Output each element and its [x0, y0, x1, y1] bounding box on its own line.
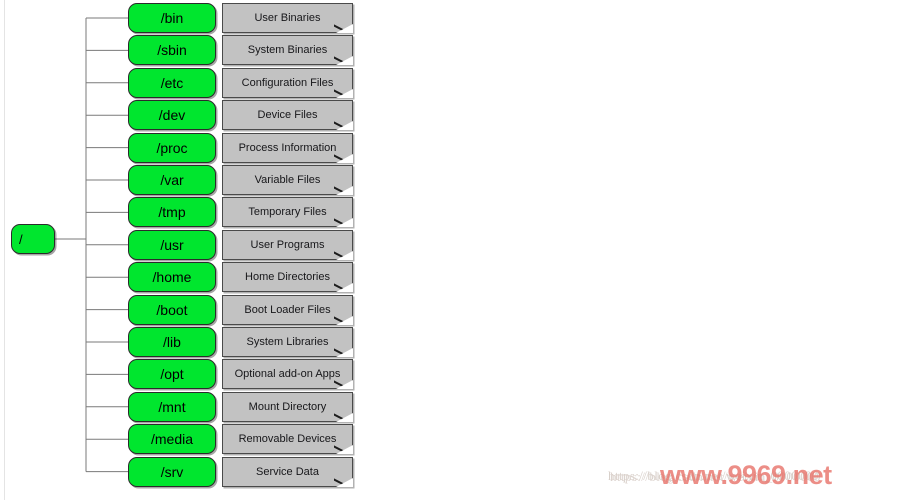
- note-description-label: Mount Directory: [248, 400, 327, 413]
- note-description-label: Variable Files: [254, 174, 321, 186]
- note-description-label: Removable Devices: [238, 433, 337, 446]
- note-fold-corner-icon: [334, 184, 353, 195]
- note-description-label: Configuration Files: [241, 76, 334, 89]
- node-root-label: /: [19, 231, 23, 247]
- node-directory[interactable]: /lib: [128, 327, 216, 357]
- node-directory[interactable]: /proc: [128, 132, 216, 163]
- diagram-canvas: / /bin User Binaries/sbin System Binaries /…: [0, 0, 906, 500]
- node-directory-label: /bin: [160, 10, 184, 26]
- note-description: Optional add-on Apps: [222, 359, 353, 390]
- node-directory[interactable]: /srv: [128, 456, 216, 487]
- note-description-label: User Binaries: [254, 12, 321, 24]
- note-description: User Programs: [222, 229, 353, 260]
- note-fold-corner-icon: [334, 249, 353, 260]
- node-directory[interactable]: /bin: [128, 3, 216, 33]
- note-fold-corner-icon: [334, 87, 353, 98]
- node-directory[interactable]: /tmp: [128, 197, 216, 228]
- node-directory-label: /home: [152, 269, 192, 286]
- node-directory-label: /srv: [160, 463, 184, 480]
- node-directory-label: /tmp: [158, 204, 186, 221]
- node-directory-label: /sbin: [157, 42, 187, 59]
- note-description: Variable Files: [222, 165, 353, 195]
- node-directory[interactable]: /media: [128, 424, 216, 455]
- note-description: Temporary Files: [222, 197, 353, 228]
- node-directory-label: /opt: [160, 366, 184, 383]
- note-fold-corner-icon: [334, 216, 353, 227]
- page-left-rule: [4, 0, 5, 500]
- note-description: Device Files: [222, 100, 353, 131]
- node-directory[interactable]: /boot: [128, 294, 216, 325]
- note-fold-corner-icon: [334, 476, 353, 487]
- node-directory[interactable]: /etc: [128, 67, 216, 98]
- note-description: Process Information: [222, 132, 353, 163]
- note-description: Mount Directory: [222, 391, 353, 422]
- note-description-label: User Programs: [250, 238, 325, 251]
- note-fold-corner-icon: [334, 22, 353, 33]
- node-directory-label: /var: [160, 172, 184, 188]
- note-description: System Binaries: [222, 35, 353, 66]
- note-fold-corner-icon: [334, 152, 353, 163]
- node-directory-label: /lib: [163, 334, 181, 350]
- note-fold-corner-icon: [334, 314, 353, 325]
- note-description: System Libraries: [222, 327, 353, 357]
- note-description: User Binaries: [222, 3, 353, 33]
- note-description-label: System Binaries: [247, 44, 328, 57]
- node-directory[interactable]: /usr: [128, 229, 216, 260]
- note-description: Configuration Files: [222, 67, 353, 98]
- note-fold-corner-icon: [334, 443, 353, 454]
- watermark-brand-text: www.9969.net: [660, 460, 832, 490]
- note-description-label: Device Files: [257, 109, 318, 122]
- note-fold-corner-icon: [334, 346, 353, 357]
- note-fold-corner-icon: [334, 378, 353, 389]
- note-description: Boot Loader Files: [222, 294, 353, 325]
- note-description-label: Boot Loader Files: [244, 303, 331, 316]
- node-directory[interactable]: /dev: [128, 100, 216, 131]
- note-description: Service Data: [222, 456, 353, 487]
- note-description: Removable Devices: [222, 424, 353, 455]
- node-directory-label: /usr: [160, 236, 184, 253]
- note-description-label: Home Directories: [245, 271, 330, 284]
- node-directory[interactable]: /opt: [128, 359, 216, 390]
- node-directory-label: /proc: [156, 139, 188, 156]
- node-directory-label: /etc: [160, 74, 184, 91]
- node-directory[interactable]: /home: [128, 262, 216, 293]
- note-description-label: Service Data: [256, 465, 319, 478]
- node-directory[interactable]: /var: [128, 165, 216, 195]
- note-fold-corner-icon: [334, 54, 353, 65]
- note-description-label: Optional add-on Apps: [234, 368, 341, 381]
- node-directory-label: /boot: [156, 301, 188, 318]
- note-fold-corner-icon: [334, 411, 353, 422]
- node-directory[interactable]: /mnt: [128, 391, 216, 422]
- node-directory-label: /media: [150, 431, 194, 448]
- note-description-label: System Libraries: [246, 336, 329, 348]
- node-directory[interactable]: /sbin: [128, 35, 216, 66]
- note-description-label: Process Information: [238, 141, 337, 154]
- node-directory-label: /dev: [158, 107, 186, 124]
- node-root[interactable]: /: [11, 224, 55, 254]
- note-description: Home Directories: [222, 262, 353, 293]
- note-description-label: Temporary Files: [248, 206, 327, 219]
- watermark: https://blog.csdn.net/weixin_0000000 htt…: [608, 458, 906, 498]
- node-directory-label: /mnt: [158, 398, 186, 415]
- note-fold-corner-icon: [334, 119, 353, 130]
- note-fold-corner-icon: [334, 281, 353, 292]
